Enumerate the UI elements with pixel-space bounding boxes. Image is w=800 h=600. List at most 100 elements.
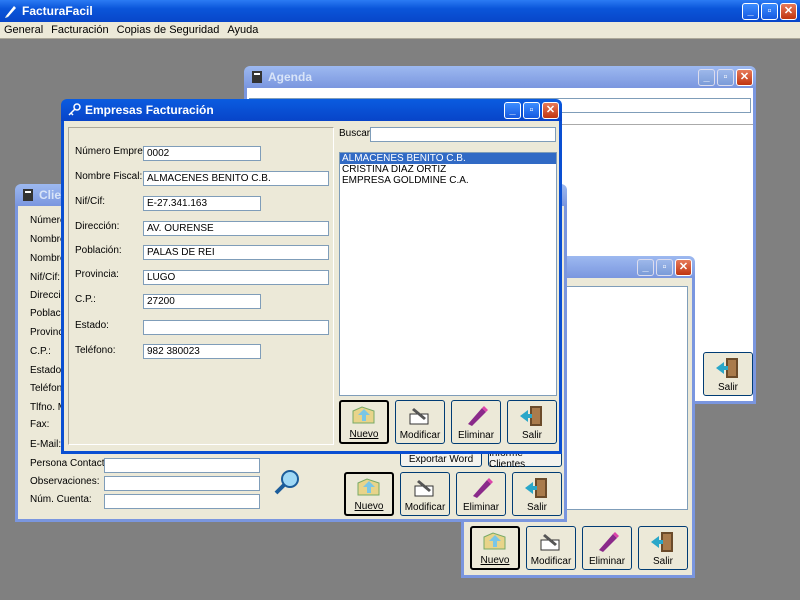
cli-label-cuenta: Núm. Cuenta:: [30, 494, 92, 505]
third-salir-button[interactable]: Salir: [638, 526, 688, 570]
cp-label: C.P.:: [75, 294, 96, 305]
estado-label: Estado:: [75, 320, 109, 331]
empresas-minimize-button[interactable]: _: [504, 102, 521, 119]
agenda-minimize-button[interactable]: _: [698, 69, 715, 86]
nif-input[interactable]: E-27.341.163: [143, 196, 261, 211]
third-nuevo-button[interactable]: Nuevo: [470, 526, 520, 570]
maximize-button[interactable]: ▫: [761, 3, 778, 20]
cli-label-email: E-Mail:: [30, 439, 62, 450]
poblacion-input[interactable]: PALAS DE REI: [143, 245, 329, 260]
agenda-titlebar[interactable]: Agenda _ ▫ ✕: [244, 66, 756, 88]
menu-ayuda[interactable]: Ayuda: [223, 24, 262, 36]
third-eliminar-button[interactable]: Eliminar: [582, 526, 632, 570]
exit-door-icon: [525, 478, 547, 498]
third-list[interactable]: [560, 286, 688, 510]
third-close-button[interactable]: ✕: [675, 259, 692, 276]
cli-label-cp: C.P.:: [30, 346, 51, 357]
nombre-label: Nombre Fiscal:: [75, 171, 143, 182]
cli-modificar-label: Modificar: [404, 502, 446, 513]
edit-hand-icon: [540, 534, 560, 551]
magnifier-icon: [274, 470, 299, 495]
cli-label-estado: Estado:: [30, 365, 64, 376]
estado-input[interactable]: [143, 320, 329, 335]
cli-eliminar-button[interactable]: Eliminar: [456, 472, 506, 516]
empresas-maximize-button[interactable]: ▫: [523, 102, 540, 119]
eraser-pencil-icon: [599, 532, 619, 552]
agenda-salir-label: Salir: [717, 382, 738, 393]
app-titlebar[interactable]: FacturaFacil _ ▫ ✕: [0, 0, 800, 22]
edit-hand-icon: [409, 408, 429, 425]
agenda-salir-button[interactable]: Salir: [703, 352, 753, 396]
new-folder-icon: [352, 406, 375, 424]
cli-label-fax: Fax:: [30, 419, 50, 430]
exit-door-icon: [716, 358, 738, 378]
numero-input[interactable]: 0002: [143, 146, 261, 161]
nombre-input[interactable]: ALMACENES BENITO C.B.: [143, 171, 329, 186]
empresas-close-button[interactable]: ✕: [542, 102, 559, 119]
menu-copias[interactable]: Copias de Seguridad: [113, 24, 224, 36]
cli-modificar-button[interactable]: Modificar: [400, 472, 450, 516]
empresa-list-item[interactable]: EMPRESA GOLDMINE C.A.: [340, 175, 556, 186]
third-nuevo-label: Nuevo: [480, 555, 510, 566]
empresas-form-panel: Número Empresa: 0002 Nombre Fiscal: ALMA…: [68, 127, 334, 445]
close-button[interactable]: ✕: [780, 3, 797, 20]
third-modificar-label: Modificar: [530, 556, 572, 567]
cli-label-nif: Nif/Cif:: [30, 272, 60, 283]
app-pen-icon: [5, 6, 16, 18]
menu-general[interactable]: General: [0, 24, 47, 36]
emp-modificar-button[interactable]: Modificar: [395, 400, 445, 444]
provincia-input[interactable]: LUGO: [143, 270, 329, 285]
cli-label-observaciones: Observaciones:: [30, 476, 100, 487]
minimize-button[interactable]: _: [742, 3, 759, 20]
cli-label-contacto: Persona Contacto:: [30, 458, 113, 469]
empresas-titlebar[interactable]: Empresas Facturación _ ▫ ✕: [61, 99, 562, 121]
provincia-label: Provincia:: [75, 269, 119, 280]
eraser-pencil-icon: [473, 478, 493, 498]
eraser-pencil-icon: [468, 406, 488, 426]
cli-nuevo-label: Nuevo: [354, 501, 384, 512]
empresa-list-item[interactable]: CRISTINA DIAZ ORTIZ: [340, 164, 556, 175]
buscar-input[interactable]: [370, 127, 556, 142]
third-maximize-button[interactable]: ▫: [656, 259, 673, 276]
app-title: FacturaFacil: [22, 4, 93, 18]
agenda-maximize-button[interactable]: ▫: [717, 69, 734, 86]
agenda-close-button[interactable]: ✕: [736, 69, 753, 86]
telefono-input[interactable]: 982 380023: [143, 344, 261, 359]
direccion-input[interactable]: AV. OURENSE: [143, 221, 329, 236]
menu-facturacion[interactable]: Facturación: [47, 24, 112, 36]
empresa-list-item[interactable]: ALMACENES BENITO C.B.: [340, 153, 556, 164]
cp-input[interactable]: 27200: [143, 294, 261, 309]
exit-door-icon: [520, 406, 542, 426]
emp-nuevo-label: Nuevo: [349, 429, 379, 440]
new-folder-icon: [483, 532, 506, 550]
agenda-title: Agenda: [268, 70, 313, 84]
telefono-label: Teléfono:: [75, 345, 116, 356]
emp-eliminar-button[interactable]: Eliminar: [451, 400, 501, 444]
menu-bar: General Facturación Copias de Seguridad …: [0, 22, 800, 39]
buscar-label: Buscar:: [339, 128, 373, 139]
key-icon: [68, 103, 81, 116]
empresas-list[interactable]: ALMACENES BENITO C.B. CRISTINA DIAZ ORTI…: [339, 152, 557, 396]
cli-cuenta-input[interactable]: [104, 494, 260, 509]
third-minimize-button[interactable]: _: [637, 259, 654, 276]
emp-modificar-label: Modificar: [399, 430, 441, 441]
third-salir-label: Salir: [652, 556, 673, 567]
agenda-book-icon: [252, 71, 262, 83]
search-magnifier-button[interactable]: [272, 468, 302, 496]
emp-eliminar-label: Eliminar: [457, 430, 495, 441]
nif-label: Nif/Cif:: [75, 196, 105, 207]
emp-nuevo-button[interactable]: Nuevo: [339, 400, 389, 444]
exit-door-icon: [651, 532, 673, 552]
cli-observaciones-input[interactable]: [104, 476, 260, 491]
cli-nuevo-button[interactable]: Nuevo: [344, 472, 394, 516]
poblacion-label: Población:: [75, 245, 122, 256]
empresas-window: Empresas Facturación _ ▫ ✕ Número Empres…: [61, 99, 562, 454]
cli-salir-button[interactable]: Salir: [512, 472, 562, 516]
cli-contacto-input[interactable]: [104, 458, 260, 473]
emp-salir-button[interactable]: Salir: [507, 400, 557, 444]
cli-eliminar-label: Eliminar: [462, 502, 500, 513]
third-modificar-button[interactable]: Modificar: [526, 526, 576, 570]
empresas-body: Número Empresa: 0002 Nombre Fiscal: ALMA…: [64, 121, 559, 451]
empresas-title: Empresas Facturación: [85, 103, 214, 117]
direccion-label: Dirección:: [75, 221, 120, 232]
